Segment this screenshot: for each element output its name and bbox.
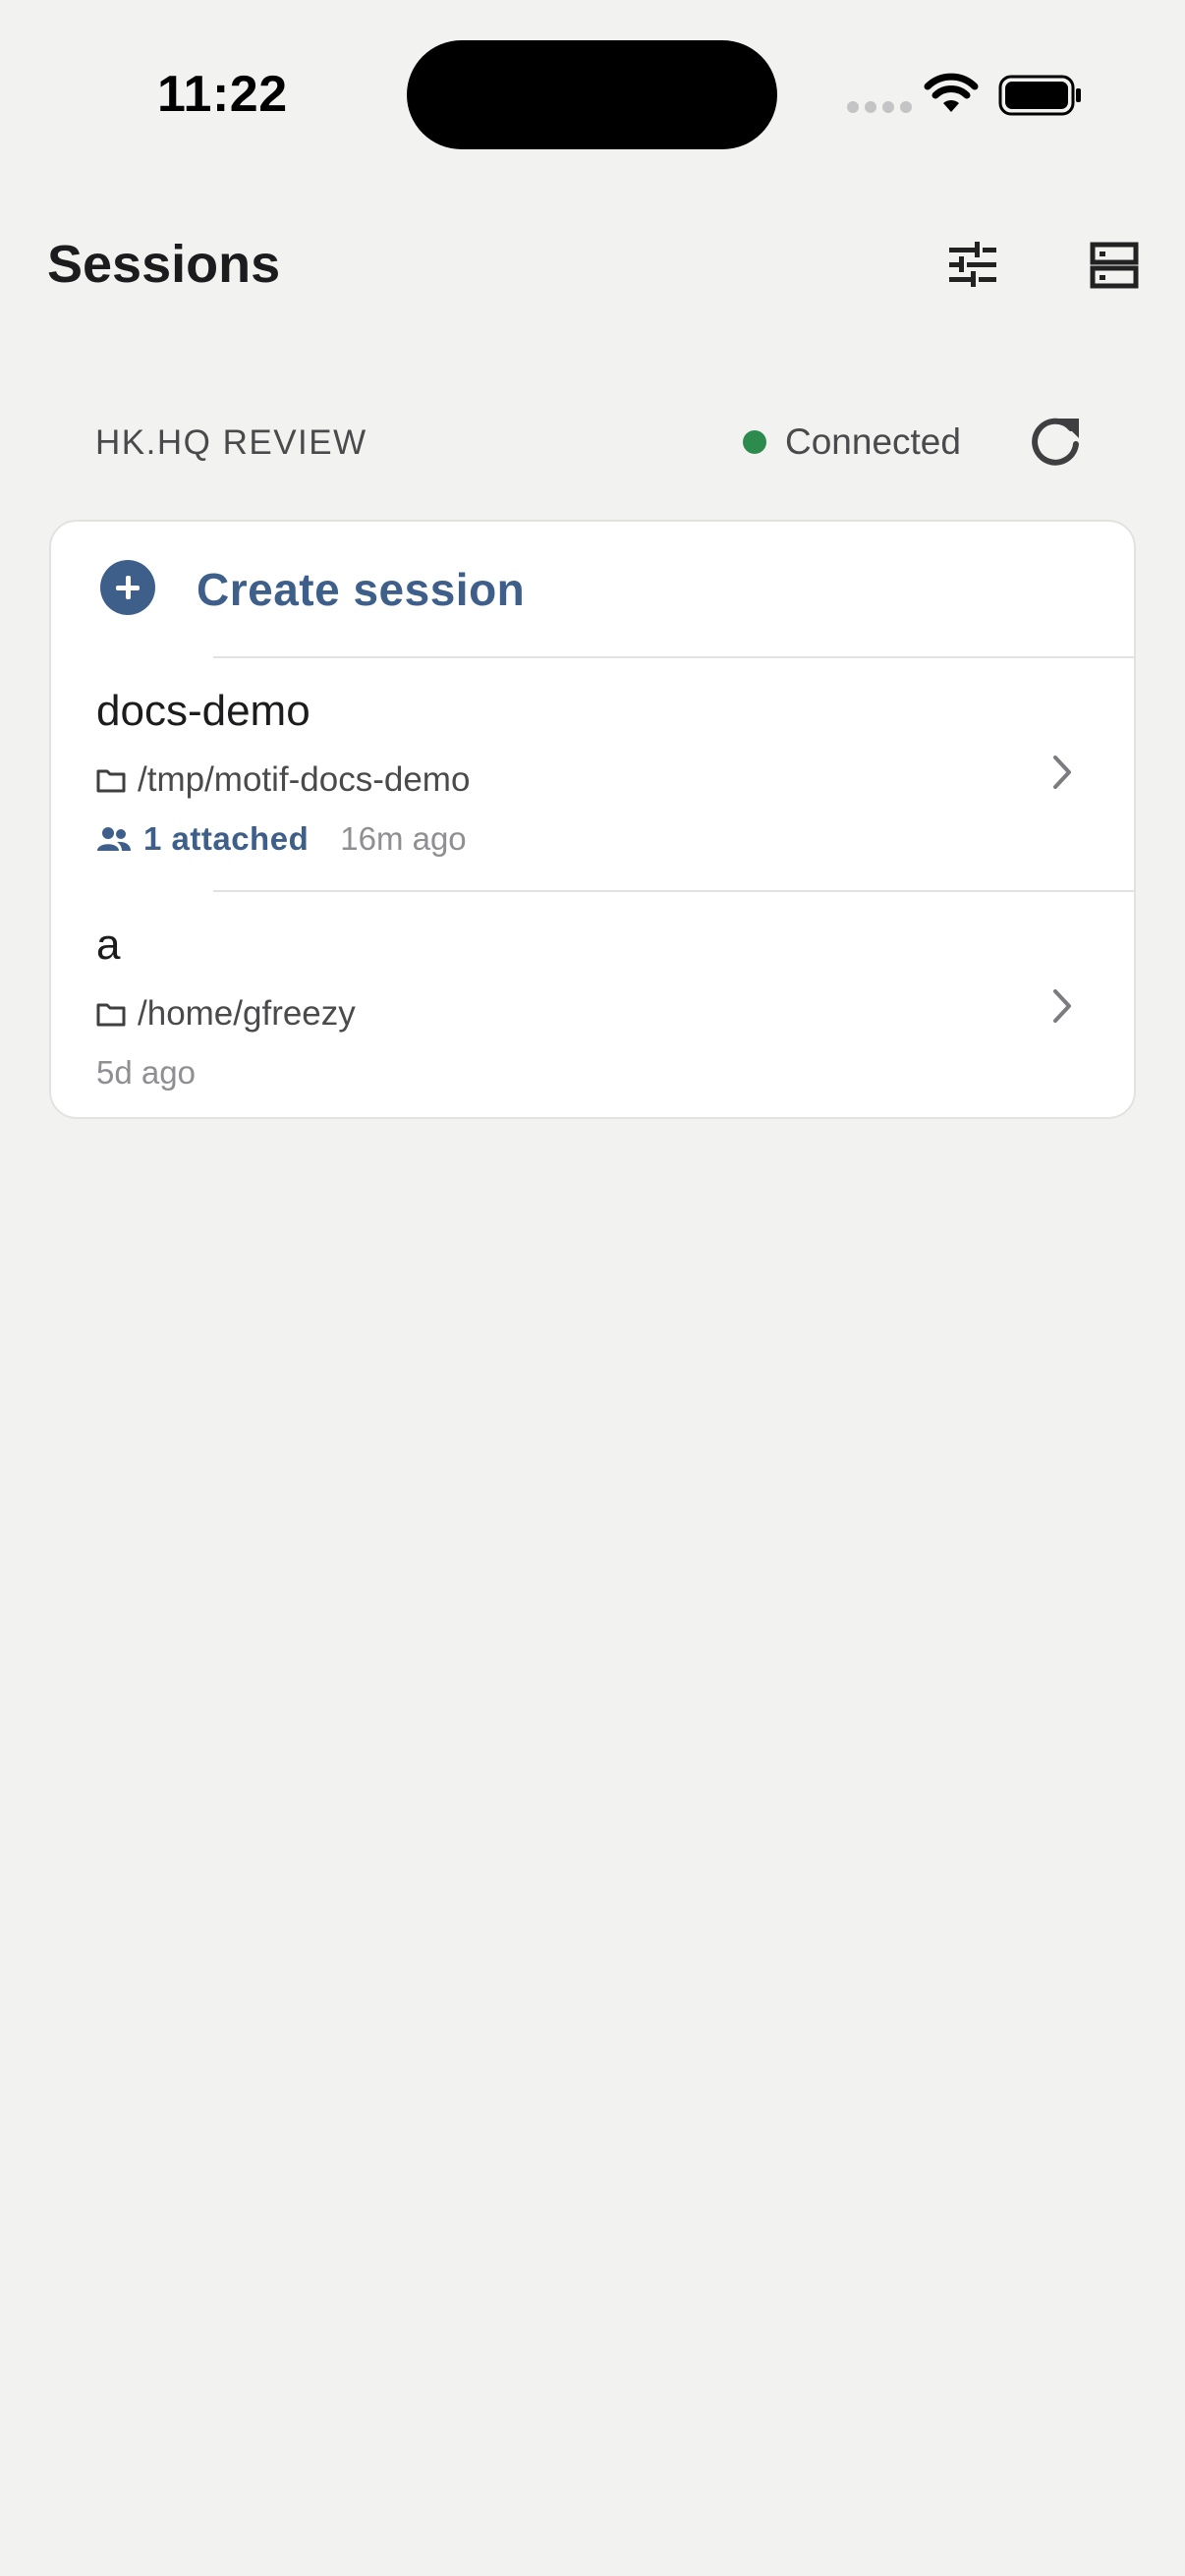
chevron-right-icon [1053, 989, 1071, 1023]
servers-icon [1090, 242, 1139, 289]
sessions-screen: 11:22 Sessions HK.HQ REVIEW Connected Cr… [0, 0, 1185, 2576]
connection-status: Connected [785, 421, 961, 462]
session-meta: 1 attached 16m ago [96, 820, 467, 858]
servers-button[interactable] [1085, 236, 1144, 295]
session-name: a [96, 921, 121, 969]
page-title: Sessions [47, 235, 281, 294]
session-last-active: 5d ago [96, 1054, 196, 1091]
attached-count: 1 attached [143, 820, 310, 857]
session-path-text: /tmp/motif-docs-demo [138, 760, 471, 799]
wifi-icon [924, 73, 979, 112]
session-row-docs-demo[interactable]: docs-demo /tmp/motif-docs-demo 1 attache… [51, 658, 1134, 890]
cellular-signal-icon [847, 101, 912, 113]
session-last-active: 16m ago [340, 820, 467, 857]
session-name: docs-demo [96, 687, 310, 735]
session-path: /tmp/motif-docs-demo [96, 760, 470, 800]
battery-icon [998, 75, 1081, 116]
session-path-text: /home/gfreezy [138, 994, 356, 1033]
connection-status-dot [743, 430, 766, 454]
session-path: /home/gfreezy [96, 994, 356, 1034]
create-session-label: Create session [197, 564, 526, 615]
folder-icon [96, 769, 126, 793]
sessions-card: Create session docs-demo /tmp/motif-docs… [49, 520, 1136, 1119]
refresh-icon[interactable] [1026, 411, 1085, 472]
filter-settings-button[interactable] [943, 236, 1002, 295]
create-session-button[interactable]: Create session [51, 522, 1134, 656]
status-time: 11:22 [157, 66, 288, 123]
people-icon [97, 827, 131, 851]
tune-icon [949, 242, 996, 287]
chevron-right-icon [1053, 756, 1071, 789]
session-row-a[interactable]: a /home/gfreezy 5d ago [51, 892, 1134, 1117]
dynamic-island [407, 40, 777, 149]
plus-circle-icon [100, 560, 155, 615]
server-name: HK.HQ REVIEW [95, 423, 367, 462]
folder-icon [96, 1003, 126, 1027]
session-meta: 5d ago [96, 1054, 196, 1092]
